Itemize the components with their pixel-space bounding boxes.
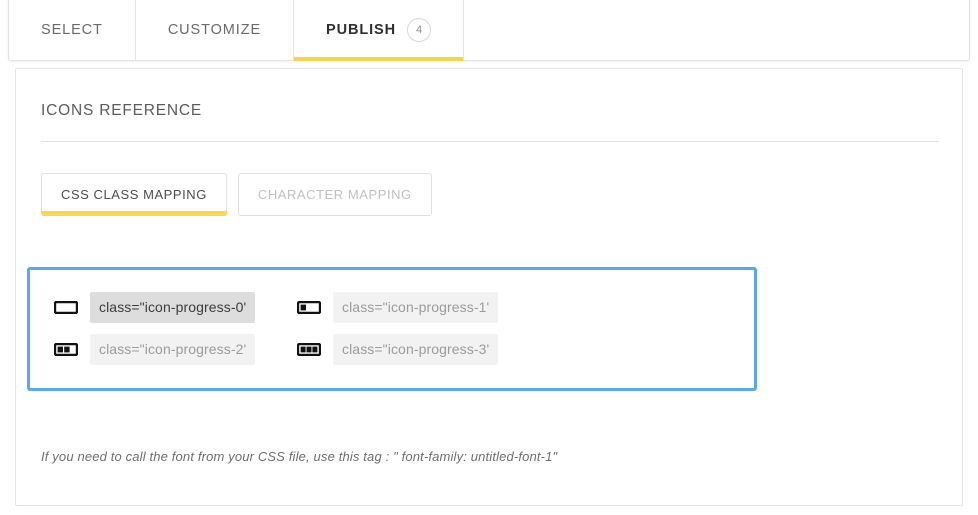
icon-item-progress-3[interactable]: class="icon-progress-3' (287, 328, 530, 370)
content-panel: ICONS REFERENCE CSS CLASS MAPPING CHARAC… (15, 68, 963, 506)
css-class-mapping-label: CSS CLASS MAPPING (61, 187, 207, 202)
icon-code-progress-2: class="icon-progress-2' (90, 334, 255, 365)
icon-item-progress-2[interactable]: class="icon-progress-2' (44, 328, 287, 370)
tab-publish[interactable]: PUBLISH 4 (294, 0, 464, 60)
title-divider (41, 141, 939, 142)
css-class-mapping-button[interactable]: CSS CLASS MAPPING (41, 173, 227, 216)
progress-1-icon (296, 301, 322, 314)
icon-code-progress-1: class="icon-progress-1' (333, 292, 498, 323)
font-family-note: If you need to call the font from your C… (41, 449, 557, 464)
tab-select[interactable]: SELECT (9, 0, 136, 60)
icon-code-progress-3: class="icon-progress-3' (333, 334, 498, 365)
tab-publish-badge: 4 (407, 18, 431, 42)
tab-publish-label: PUBLISH (326, 22, 396, 38)
character-mapping-button[interactable]: CHARACTER MAPPING (238, 173, 432, 216)
tab-customize-label: CUSTOMIZE (168, 22, 261, 38)
page-title: ICONS REFERENCE (41, 102, 202, 120)
app-root: SELECT CUSTOMIZE PUBLISH 4 ICONS REFEREN… (0, 0, 978, 515)
tab-select-label: SELECT (41, 22, 103, 38)
progress-3-icon (296, 343, 322, 356)
tab-bar: SELECT CUSTOMIZE PUBLISH 4 (8, 0, 970, 61)
icon-code-progress-0: class="icon-progress-0' (90, 292, 255, 323)
icon-item-progress-0[interactable]: class="icon-progress-0' (44, 286, 287, 328)
mapping-toggle-group: CSS CLASS MAPPING CHARACTER MAPPING (41, 173, 432, 216)
tab-bar-spacer (464, 0, 969, 60)
tab-customize[interactable]: CUSTOMIZE (136, 0, 294, 60)
icon-item-progress-1[interactable]: class="icon-progress-1' (287, 286, 530, 328)
icons-reference-grid[interactable]: class="icon-progress-0' class="icon-prog… (27, 267, 757, 391)
character-mapping-label: CHARACTER MAPPING (258, 187, 412, 202)
progress-0-icon (53, 301, 79, 314)
progress-2-icon (53, 343, 79, 356)
